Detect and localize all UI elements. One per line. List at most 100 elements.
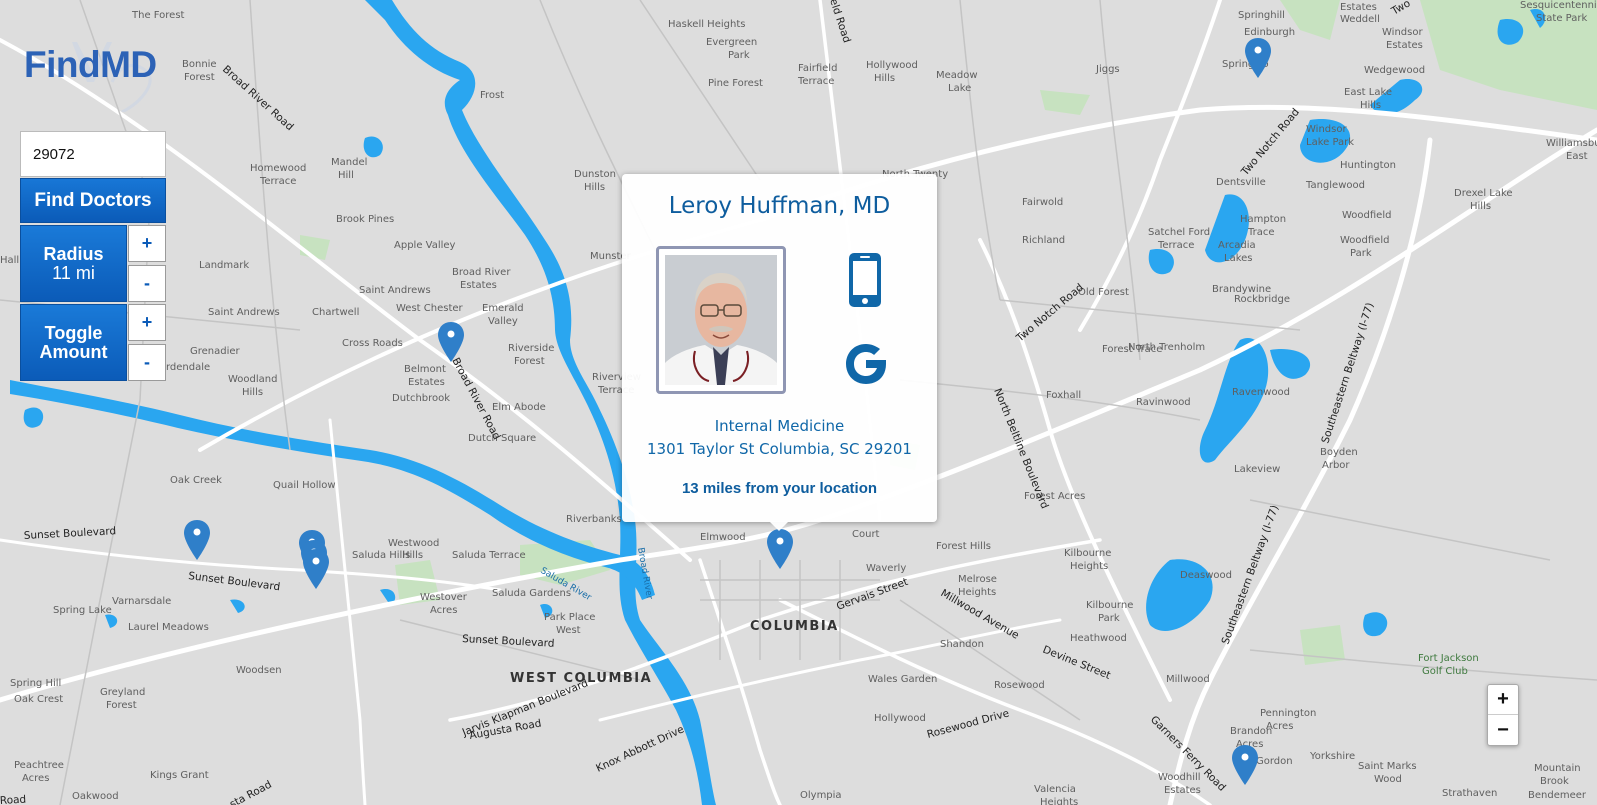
svg-text:Saint Marks: Saint Marks xyxy=(1358,761,1417,772)
svg-text:Lake Park: Lake Park xyxy=(1306,137,1354,148)
svg-text:Wedgewood: Wedgewood xyxy=(1364,65,1425,76)
svg-text:Valley: Valley xyxy=(488,316,518,327)
svg-text:Elm Abode: Elm Abode xyxy=(492,402,546,413)
svg-text:Edinburgh: Edinburgh xyxy=(1244,27,1295,38)
svg-text:Park: Park xyxy=(1098,613,1120,624)
svg-text:Woodsen: Woodsen xyxy=(236,665,282,676)
svg-text:Drexel Lake: Drexel Lake xyxy=(1454,188,1513,199)
toggle-decrease-button[interactable]: - xyxy=(128,344,166,381)
svg-text:rdendale: rdendale xyxy=(166,362,210,373)
svg-text:Hills: Hills xyxy=(1470,201,1491,212)
svg-text:Hills: Hills xyxy=(242,387,263,398)
marker-6[interactable] xyxy=(767,529,793,569)
toggle-increase-button[interactable]: + xyxy=(128,304,166,341)
zip-code-input[interactable] xyxy=(20,131,166,177)
svg-text:Heights: Heights xyxy=(1070,561,1108,572)
svg-text:Tanglewood: Tanglewood xyxy=(1305,180,1365,191)
svg-text:Oak Creek: Oak Creek xyxy=(170,475,222,486)
svg-text:Terrace: Terrace xyxy=(259,176,296,187)
doctor-address[interactable]: 1301 Taylor St Columbia, SC 29201 xyxy=(622,440,937,458)
marker-1[interactable] xyxy=(438,322,464,362)
svg-text:Road: Road xyxy=(0,794,26,805)
svg-text:Oakwood: Oakwood xyxy=(72,791,119,802)
svg-text:East: East xyxy=(1566,151,1588,162)
svg-text:Hampton: Hampton xyxy=(1240,214,1286,225)
google-icon[interactable] xyxy=(844,342,888,386)
svg-text:Kilbourne: Kilbourne xyxy=(1086,600,1133,611)
svg-text:Saint Andrews: Saint Andrews xyxy=(208,307,280,318)
svg-text:Evergreen: Evergreen xyxy=(706,37,757,48)
svg-text:Boyden: Boyden xyxy=(1320,447,1358,458)
svg-text:Forest: Forest xyxy=(106,700,137,711)
phone-icon[interactable] xyxy=(848,252,882,308)
svg-text:Brandon: Brandon xyxy=(1230,726,1272,737)
zoom-in-button[interactable]: + xyxy=(1488,685,1518,715)
svg-text:Park: Park xyxy=(728,50,750,61)
popup-pointer xyxy=(769,521,789,531)
marker-5[interactable] xyxy=(303,549,329,589)
svg-text:Olympia: Olympia xyxy=(800,790,842,801)
svg-text:Shandon: Shandon xyxy=(940,639,984,650)
svg-text:Woodfield: Woodfield xyxy=(1342,210,1391,221)
svg-text:Elmwood: Elmwood xyxy=(700,532,746,543)
svg-text:Varnarsdale: Varnarsdale xyxy=(112,596,171,607)
svg-text:Riverbanks: Riverbanks xyxy=(566,514,622,525)
svg-text:Apple Valley: Apple Valley xyxy=(394,240,456,251)
find-doctors-button[interactable]: Find Doctors xyxy=(20,178,166,223)
svg-text:Riverside: Riverside xyxy=(508,343,554,354)
svg-text:Emerald: Emerald xyxy=(482,303,524,314)
svg-text:Gordon: Gordon xyxy=(1256,756,1293,767)
svg-text:Waverly: Waverly xyxy=(866,563,906,574)
radius-title: Radius xyxy=(43,243,104,264)
findmd-logo[interactable]: FindMD xyxy=(22,42,182,112)
svg-text:Millwood: Millwood xyxy=(1166,674,1210,685)
svg-text:West Chester: West Chester xyxy=(396,303,464,314)
svg-text:Brook: Brook xyxy=(1540,776,1569,787)
svg-text:North Trenholm: North Trenholm xyxy=(1128,342,1205,353)
svg-text:Estates: Estates xyxy=(460,280,497,291)
svg-text:Kilbourne: Kilbourne xyxy=(1064,548,1111,559)
marker-2[interactable] xyxy=(184,520,210,560)
svg-text:Sesquicentennial: Sesquicentennial xyxy=(1520,0,1597,11)
svg-text:Westover: Westover xyxy=(420,592,468,603)
svg-text:Ravinwood: Ravinwood xyxy=(1136,397,1191,408)
svg-text:Greyland: Greyland xyxy=(100,687,145,698)
marker-8[interactable] xyxy=(1232,745,1258,785)
svg-text:Old Forest: Old Forest xyxy=(1078,287,1129,298)
svg-text:Melrose: Melrose xyxy=(958,574,997,585)
svg-text:Oak Crest: Oak Crest xyxy=(14,694,63,705)
svg-text:Dunston: Dunston xyxy=(574,169,616,180)
svg-text:Meadow: Meadow xyxy=(936,70,978,81)
svg-text:Valencia: Valencia xyxy=(1034,784,1076,795)
svg-text:Hill: Hill xyxy=(338,170,354,181)
svg-text:Woodfield: Woodfield xyxy=(1340,235,1389,246)
svg-text:Wood: Wood xyxy=(1374,774,1402,785)
svg-text:Hills: Hills xyxy=(584,182,605,193)
svg-text:West: West xyxy=(556,625,581,636)
svg-text:Spring Hill: Spring Hill xyxy=(10,678,61,689)
svg-text:COLUMBIA: COLUMBIA xyxy=(750,619,839,634)
radius-decrease-button[interactable]: - xyxy=(128,265,166,302)
radius-increase-button[interactable]: + xyxy=(128,225,166,262)
svg-text:Forest: Forest xyxy=(184,72,215,83)
svg-text:Saluda Hills: Saluda Hills xyxy=(352,550,410,561)
svg-text:Lakes: Lakes xyxy=(1224,253,1253,264)
svg-text:Springhill: Springhill xyxy=(1238,10,1285,21)
svg-text:Fairwold: Fairwold xyxy=(1022,197,1063,208)
svg-text:Rockbridge: Rockbridge xyxy=(1234,294,1290,305)
svg-text:Rosewood: Rosewood xyxy=(994,680,1045,691)
svg-text:Weddell: Weddell xyxy=(1340,14,1380,25)
svg-text:Lakeview: Lakeview xyxy=(1234,464,1280,475)
svg-text:Richland: Richland xyxy=(1022,235,1065,246)
svg-text:Brook Pines: Brook Pines xyxy=(336,214,394,225)
svg-text:Court: Court xyxy=(852,529,880,540)
svg-text:Acres: Acres xyxy=(430,605,457,616)
svg-text:Estates: Estates xyxy=(408,377,445,388)
svg-text:Laurel Meadows: Laurel Meadows xyxy=(128,622,209,633)
marker-7[interactable] xyxy=(1245,38,1271,78)
radius-control: Radius 11 mi + - xyxy=(20,225,166,302)
svg-text:Homewood: Homewood xyxy=(250,163,306,174)
svg-text:Huntington: Huntington xyxy=(1340,160,1396,171)
zoom-out-button[interactable]: − xyxy=(1488,715,1518,745)
svg-text:Heights: Heights xyxy=(958,587,996,598)
